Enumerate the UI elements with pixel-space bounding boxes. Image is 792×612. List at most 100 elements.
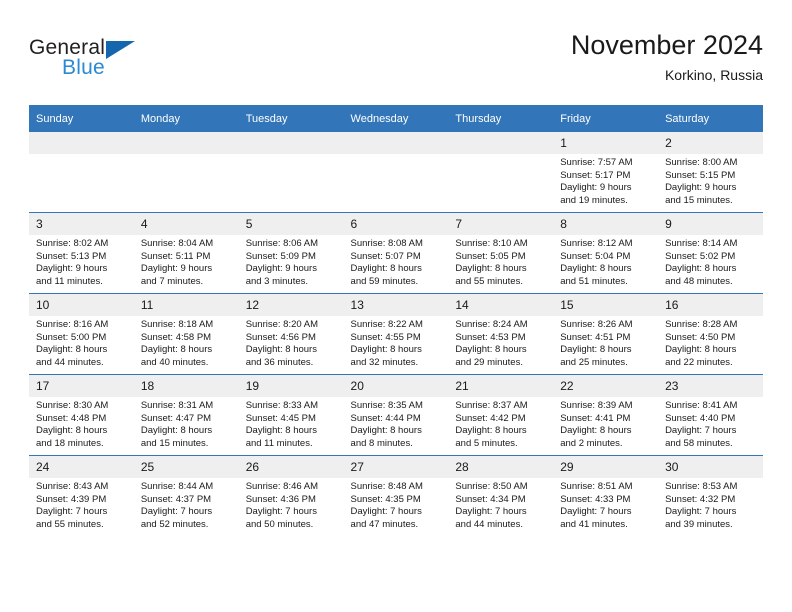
daylight-duration-line2: and 15 minutes. (140, 437, 209, 449)
daylight-duration-line2: and 44 minutes. (36, 356, 104, 368)
daylight-duration-line2: and 15 minutes. (665, 194, 733, 206)
calendar-day-cell[interactable]: 17 Sunrise: 8:30 AM Sunset: 4:48 PM Dayligh… (29, 374, 134, 456)
weekday-header-saturday: Saturday (658, 105, 763, 132)
day-details: Sunrise: 7:57 AM Sunset: 5:17 PM Daylight:… (553, 154, 658, 207)
sunrise-time: Sunrise: 7:57 AM (560, 157, 633, 168)
calendar-day-cell[interactable]: 1 Sunrise: 7:57 AM Sunset: 5:17 PM Daylight… (553, 132, 659, 213)
daylight-duration-line2: and 41 minutes. (560, 518, 628, 530)
calendar-week-row: 24 Sunrise: 8:43 AM Sunset: 4:39 PM Dayligh… (29, 455, 763, 536)
sunset-time: Sunset: 4:40 PM (665, 412, 736, 424)
daylight-duration-line1: Daylight: 8 hours (36, 425, 108, 437)
day-details: Sunrise: 8:51 AM Sunset: 4:33 PM Daylight:… (553, 478, 658, 531)
daylight-duration-line2: and 47 minutes. (350, 518, 419, 530)
daylight-duration-line1: Daylight: 7 hours (350, 506, 422, 518)
calendar-day-cell[interactable]: 4 Sunrise: 8:04 AM Sunset: 5:11 PM Daylight… (133, 212, 239, 294)
daylight-duration-line1: Daylight: 7 hours (245, 506, 317, 518)
calendar-day-cell[interactable]: 28 Sunrise: 8:50 AM Sunset: 4:34 PM Dayligh… (448, 455, 554, 536)
day-number: 21 (448, 375, 554, 397)
weekday-header-tuesday: Tuesday (238, 105, 344, 132)
calendar-day-cell[interactable]: 29 Sunrise: 8:51 AM Sunset: 4:33 PM Dayligh… (553, 455, 659, 536)
logo-triangle-icon (106, 41, 135, 59)
sunset-time: Sunset: 4:58 PM (140, 331, 212, 343)
day-details: Sunrise: 8:24 AM Sunset: 4:53 PM Daylight:… (448, 316, 553, 369)
day-details: Sunrise: 8:12 AM Sunset: 5:04 PM Daylight:… (553, 235, 658, 288)
daylight-duration-line2: and 36 minutes. (245, 356, 314, 368)
calendar-day-cell[interactable]: 18 Sunrise: 8:31 AM Sunset: 4:47 PM Dayligh… (133, 374, 239, 456)
weekday-header-monday: Monday (133, 105, 239, 132)
calendar-day-cell[interactable]: 2 Sunrise: 8:00 AM Sunset: 5:15 PM Daylight… (658, 132, 763, 213)
day-details: Sunrise: 8:26 AM Sunset: 4:51 PM Daylight:… (553, 316, 658, 369)
sunrise-time: Sunrise: 8:04 AM (140, 238, 214, 249)
weekday-header-sunday: Sunday (29, 105, 134, 132)
page-title: November 2024 (570, 30, 763, 60)
day-details: Sunrise: 8:33 AM Sunset: 4:45 PM Daylight:… (239, 397, 344, 450)
daylight-duration-line2: and 40 minutes. (140, 356, 209, 368)
calendar-day-cell[interactable]: 5 Sunrise: 8:06 AM Sunset: 5:09 PM Daylight… (238, 212, 344, 294)
day-number: 1 (553, 132, 659, 154)
calendar-day-cell[interactable]: 23 Sunrise: 8:41 AM Sunset: 4:40 PM Dayligh… (658, 374, 763, 456)
calendar-day-cell[interactable]: 7 Sunrise: 8:10 AM Sunset: 5:05 PM Daylight… (448, 212, 554, 294)
daylight-duration-line1: Daylight: 9 hours (245, 263, 317, 275)
calendar-day-cell[interactable]: 6 Sunrise: 8:08 AM Sunset: 5:07 PM Daylight… (343, 212, 449, 294)
calendar-day-cell[interactable]: 26 Sunrise: 8:46 AM Sunset: 4:36 PM Dayligh… (238, 455, 344, 536)
sunset-time: Sunset: 5:13 PM (36, 250, 107, 262)
sunset-time: Sunset: 4:45 PM (245, 412, 316, 424)
day-number (448, 132, 554, 154)
calendar-day-cell[interactable]: 30 Sunrise: 8:53 AM Sunset: 4:32 PM Dayligh… (658, 455, 763, 536)
sunset-time: Sunset: 5:04 PM (560, 250, 631, 262)
day-details: Sunrise: 8:20 AM Sunset: 4:56 PM Daylight:… (239, 316, 344, 369)
calendar-week-row: 3 Sunrise: 8:02 AM Sunset: 5:13 PM Daylight… (29, 212, 763, 294)
general-blue-logo[interactable]: General Blue (29, 36, 249, 92)
day-number (29, 132, 134, 154)
calendar-day-cell[interactable]: 16 Sunrise: 8:28 AM Sunset: 4:50 PM Dayligh… (658, 293, 763, 375)
calendar-day-cell[interactable]: 8 Sunrise: 8:12 AM Sunset: 5:04 PM Daylight… (553, 212, 659, 294)
calendar-day-cell[interactable]: 27 Sunrise: 8:48 AM Sunset: 4:35 PM Dayligh… (343, 455, 449, 536)
sunset-time: Sunset: 4:48 PM (36, 412, 107, 424)
day-details: Sunrise: 8:41 AM Sunset: 4:40 PM Daylight:… (658, 397, 763, 450)
calendar-day-cell[interactable]: 22 Sunrise: 8:39 AM Sunset: 4:41 PM Dayligh… (553, 374, 659, 456)
calendar-day-cell[interactable]: 13 Sunrise: 8:22 AM Sunset: 4:55 PM Dayligh… (343, 293, 449, 375)
day-details: Sunrise: 8:00 AM Sunset: 5:15 PM Daylight:… (658, 154, 763, 207)
calendar-day-cell[interactable]: 25 Sunrise: 8:44 AM Sunset: 4:37 PM Dayligh… (133, 455, 239, 536)
calendar-day-cell[interactable]: 9 Sunrise: 8:14 AM Sunset: 5:02 PM Daylight… (658, 212, 763, 294)
calendar-day-cell[interactable]: 11 Sunrise: 8:18 AM Sunset: 4:58 PM Dayligh… (133, 293, 239, 375)
calendar-day-cell-empty (343, 132, 449, 213)
calendar-day-cell[interactable]: 24 Sunrise: 8:43 AM Sunset: 4:39 PM Dayligh… (29, 455, 134, 536)
daylight-duration-line2: and 51 minutes. (560, 275, 628, 287)
calendar-week-row: 17 Sunrise: 8:30 AM Sunset: 4:48 PM Dayligh… (29, 374, 763, 456)
sunset-time: Sunset: 4:35 PM (350, 493, 421, 505)
day-details: Sunrise: 8:22 AM Sunset: 4:55 PM Daylight:… (344, 316, 449, 369)
daylight-duration-line2: and 8 minutes. (350, 437, 413, 449)
day-number: 24 (29, 456, 134, 478)
sunrise-time: Sunrise: 8:35 AM (350, 400, 423, 411)
calendar-day-cell[interactable]: 15 Sunrise: 8:26 AM Sunset: 4:51 PM Dayligh… (553, 293, 659, 375)
sunrise-time: Sunrise: 8:37 AM (455, 400, 528, 411)
calendar-day-cell[interactable]: 19 Sunrise: 8:33 AM Sunset: 4:45 PM Dayligh… (238, 374, 344, 456)
calendar-body: 1 Sunrise: 7:57 AM Sunset: 5:17 PM Daylight… (29, 132, 763, 536)
day-number: 2 (658, 132, 763, 154)
daylight-duration-line1: Daylight: 8 hours (455, 344, 527, 356)
sunrise-time: Sunrise: 8:16 AM (36, 319, 109, 330)
daylight-duration-line1: Daylight: 8 hours (245, 344, 317, 356)
calendar-day-cell[interactable]: 10 Sunrise: 8:16 AM Sunset: 5:00 PM Dayligh… (29, 293, 134, 375)
calendar-day-cell[interactable]: 20 Sunrise: 8:35 AM Sunset: 4:44 PM Dayligh… (343, 374, 449, 456)
sunset-time: Sunset: 4:42 PM (455, 412, 526, 424)
calendar-day-cell[interactable]: 3 Sunrise: 8:02 AM Sunset: 5:13 PM Daylight… (29, 212, 134, 294)
daylight-duration-line2: and 52 minutes. (140, 518, 209, 530)
day-details: Sunrise: 8:28 AM Sunset: 4:50 PM Daylight:… (658, 316, 763, 369)
sunrise-time: Sunrise: 8:12 AM (560, 238, 633, 249)
sunrise-time: Sunrise: 8:02 AM (36, 238, 109, 249)
sunset-time: Sunset: 4:55 PM (350, 331, 421, 343)
daylight-duration-line2: and 48 minutes. (665, 275, 733, 287)
calendar-day-cell[interactable]: 21 Sunrise: 8:37 AM Sunset: 4:42 PM Dayligh… (448, 374, 554, 456)
calendar-week-row: 10 Sunrise: 8:16 AM Sunset: 5:00 PM Dayligh… (29, 293, 763, 375)
daylight-duration-line1: Daylight: 7 hours (455, 506, 527, 518)
sunrise-time: Sunrise: 8:00 AM (665, 157, 738, 168)
daylight-duration-line2: and 11 minutes. (245, 437, 313, 449)
calendar-day-cell[interactable]: 12 Sunrise: 8:20 AM Sunset: 4:56 PM Dayligh… (238, 293, 344, 375)
day-details: Sunrise: 8:37 AM Sunset: 4:42 PM Daylight:… (448, 397, 553, 450)
daylight-duration-line2: and 44 minutes. (455, 518, 523, 530)
sunrise-time: Sunrise: 8:06 AM (245, 238, 319, 249)
calendar-page: General Blue November 2024 Korkino, Russ… (0, 0, 792, 612)
calendar-day-cell[interactable]: 14 Sunrise: 8:24 AM Sunset: 4:53 PM Dayligh… (448, 293, 554, 375)
